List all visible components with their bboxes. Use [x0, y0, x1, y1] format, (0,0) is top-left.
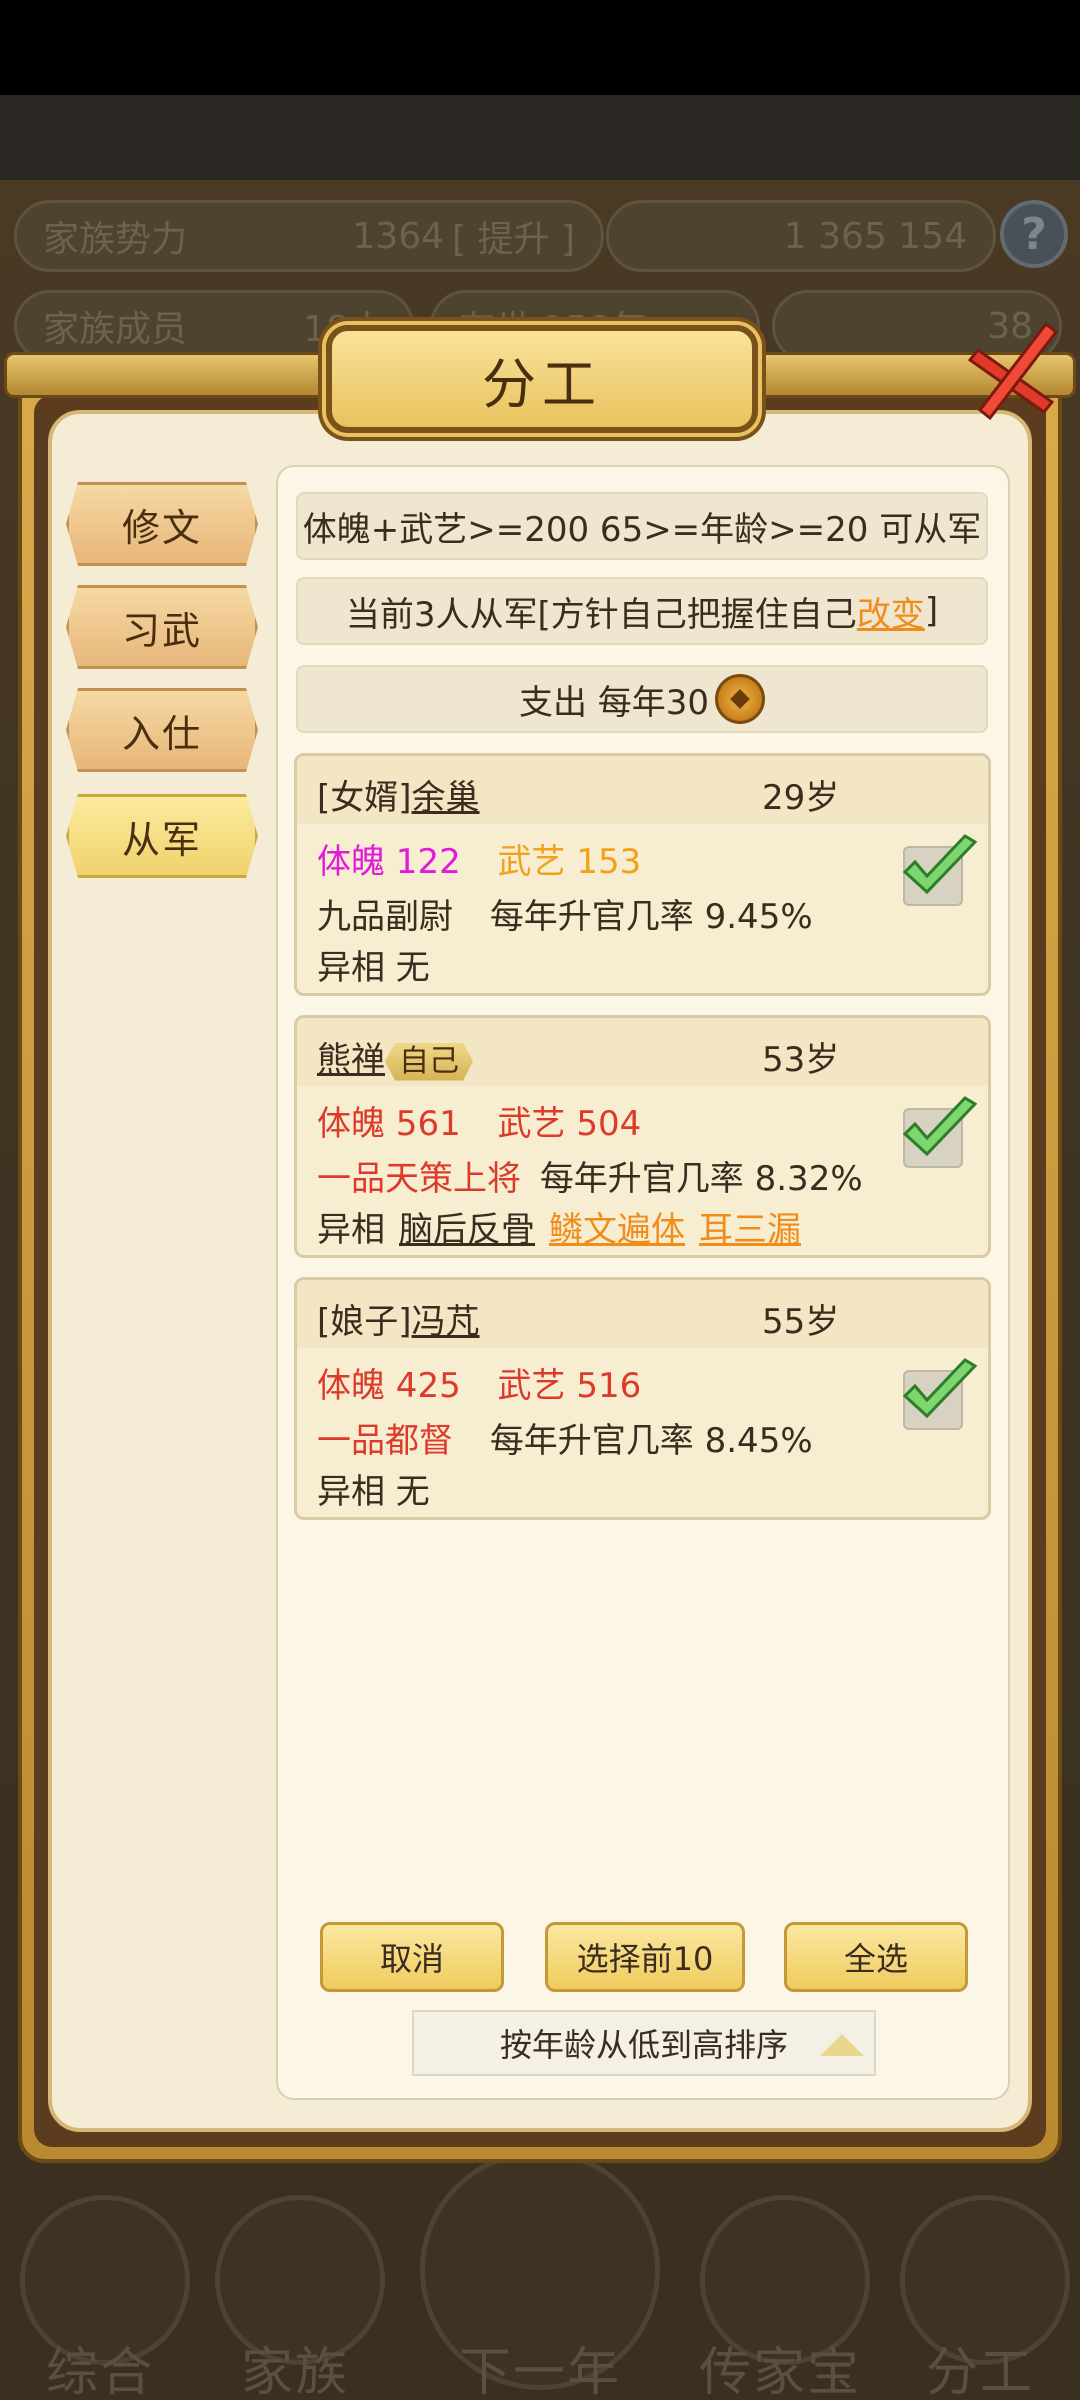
member-rank-line: 一品天策上将 每年升官几率 8.32% [317, 1151, 863, 1200]
member-relation: [女婿] [317, 778, 412, 818]
expense-text: 支出 每年30 [518, 682, 710, 723]
trait-link[interactable]: 脑后反骨 [399, 1210, 535, 1250]
member-stats: 体魄 122 武艺 153 [317, 834, 641, 883]
member-card[interactable]: 熊禅 自己 53岁 体魄 561 武艺 504 一品天策上将 每年升官几率 8.3… [294, 1015, 991, 1258]
trait-link[interactable]: 耳三漏 [699, 1210, 801, 1250]
current-policy-text: 当前3人从军[方针自己把握住自己 [345, 594, 857, 635]
sort-label: 按年龄从低到高排序 [499, 2026, 788, 2064]
select-top10-button[interactable]: 选择前10 [545, 1922, 745, 1992]
chevron-up-icon [820, 2034, 864, 2056]
close-button[interactable] [960, 320, 1070, 430]
member-name-link[interactable]: 冯芃 [412, 1302, 480, 1342]
checkmark-icon [902, 834, 978, 895]
stat-martial: 武艺 504 [497, 1104, 642, 1144]
nav-family-label: 家族 [240, 2343, 349, 2400]
tab-martial[interactable]: 习武 [66, 585, 258, 669]
traits-label: 异相 [317, 1210, 385, 1250]
status-bar [0, 0, 1080, 95]
member-checkbox[interactable] [902, 1358, 978, 1430]
member-stats: 体魄 561 武艺 504 [317, 1096, 641, 1145]
member-traits: 异相 无 [317, 1472, 430, 1512]
sort-dropdown[interactable]: 按年龄从低到高排序 [412, 2010, 876, 2076]
self-badge: 自己 [385, 1043, 473, 1081]
member-checkbox[interactable] [902, 834, 978, 906]
requirement-text: 体魄+武艺>=200 65>=年龄>=20 可从军 [302, 509, 982, 550]
member-stats: 体魄 425 武艺 516 [317, 1358, 641, 1407]
current-policy-bar: 当前3人从军[方针自己把握住自己 改变] [296, 577, 988, 645]
dialog-title: 分工 [482, 352, 602, 416]
expense-bar: 支出 每年30 [296, 665, 988, 733]
member-promotion: 每年升官几率 9.45% [489, 897, 813, 937]
member-promotion: 每年升官几率 8.32% [539, 1159, 863, 1199]
member-rank: 九品副尉 [317, 897, 453, 937]
family-power-value: 1364 [352, 215, 445, 257]
resources-value: 1 365 154 [783, 215, 967, 257]
stat-physique: 体魄 561 [317, 1104, 461, 1144]
resources-pill: 1 365 154 [606, 200, 996, 272]
checkmark-icon [902, 1358, 978, 1419]
nav-overview[interactable]: 综合 [0, 2130, 200, 2400]
member-card[interactable]: [女婿]余巢 29岁 体魄 122 武艺 153 九品副尉 每年升官几率 9.4… [294, 753, 991, 996]
stat-martial: 武艺 153 [497, 842, 642, 882]
trait-link[interactable]: 鳞文遍体 [549, 1210, 685, 1250]
nav-overview-label: 综合 [45, 2343, 154, 2400]
nav-next-year-label: 下一年 [458, 2343, 621, 2400]
cancel-button[interactable]: 取消 [320, 1922, 504, 1992]
family-power-rank: [ 提升 ] [452, 219, 575, 260]
close-icon [967, 321, 1059, 421]
change-policy-link[interactable]: 改变 [857, 587, 925, 636]
member-name: [娘子]冯芃 [317, 1294, 480, 1343]
member-age: 55岁 [762, 1302, 840, 1342]
member-rank-line: 九品副尉 每年升官几率 9.45% [317, 889, 813, 938]
family-power-label: 家族势力 [43, 219, 188, 260]
bottom-nav: 综合 家族 下一年 传家宝 分工 [0, 2130, 1080, 2400]
member-rank-line: 一品都督 每年升官几率 8.45% [317, 1413, 813, 1462]
member-relation: [娘子] [317, 1302, 412, 1342]
member-age: 29岁 [762, 778, 840, 818]
tab-military[interactable]: 从军 [66, 794, 258, 878]
stat-physique: 体魄 425 [317, 1366, 461, 1406]
nav-assignment[interactable]: 分工 [880, 2130, 1080, 2400]
member-traits: 异相 无 [317, 948, 430, 988]
member-name-link[interactable]: 余巢 [412, 778, 480, 818]
stat-martial: 武艺 516 [497, 1366, 642, 1406]
family-power-pill: 家族势力 1364 [ 提升 ] [14, 200, 604, 272]
checkmark-icon [902, 1096, 978, 1157]
tab-officialdom[interactable]: 入仕 [66, 688, 258, 772]
top-band [0, 95, 1080, 180]
requirement-bar: 体魄+武艺>=200 65>=年龄>=20 可从军 [296, 492, 988, 560]
nav-heirloom-label: 传家宝 [698, 2343, 861, 2400]
family-members-label: 家族成员 [43, 309, 188, 350]
member-name: 熊禅 自己 [317, 1032, 473, 1081]
dialog-title-plate: 分工 [326, 325, 758, 433]
help-icon[interactable]: ? [1000, 200, 1068, 268]
tab-literature[interactable]: 修文 [66, 482, 258, 566]
nav-assignment-label: 分工 [925, 2343, 1034, 2400]
member-name: [女婿]余巢 [317, 770, 480, 819]
nav-heirloom[interactable]: 传家宝 [680, 2130, 880, 2400]
stat-physique: 体魄 122 [317, 842, 461, 882]
member-promotion: 每年升官几率 8.45% [489, 1421, 813, 1461]
member-rank: 一品天策上将 [317, 1159, 521, 1199]
member-age: 53岁 [762, 1040, 840, 1080]
member-name-link[interactable]: 熊禅 [317, 1040, 385, 1080]
member-checkbox[interactable] [902, 1096, 978, 1168]
current-policy-suffix: ] [924, 591, 939, 631]
select-all-button[interactable]: 全选 [784, 1922, 968, 1992]
coin-icon [715, 674, 766, 724]
nav-next-year[interactable]: 下一年 [420, 2130, 660, 2400]
member-rank: 一品都督 [317, 1421, 453, 1461]
member-card[interactable]: [娘子]冯芃 55岁 体魄 425 武艺 516 一品都督 每年升官几率 8.4… [294, 1277, 991, 1520]
member-traits: 异相 脑后反骨 鳞文遍体 耳三漏 [317, 1202, 801, 1251]
nav-family[interactable]: 家族 [195, 2130, 395, 2400]
